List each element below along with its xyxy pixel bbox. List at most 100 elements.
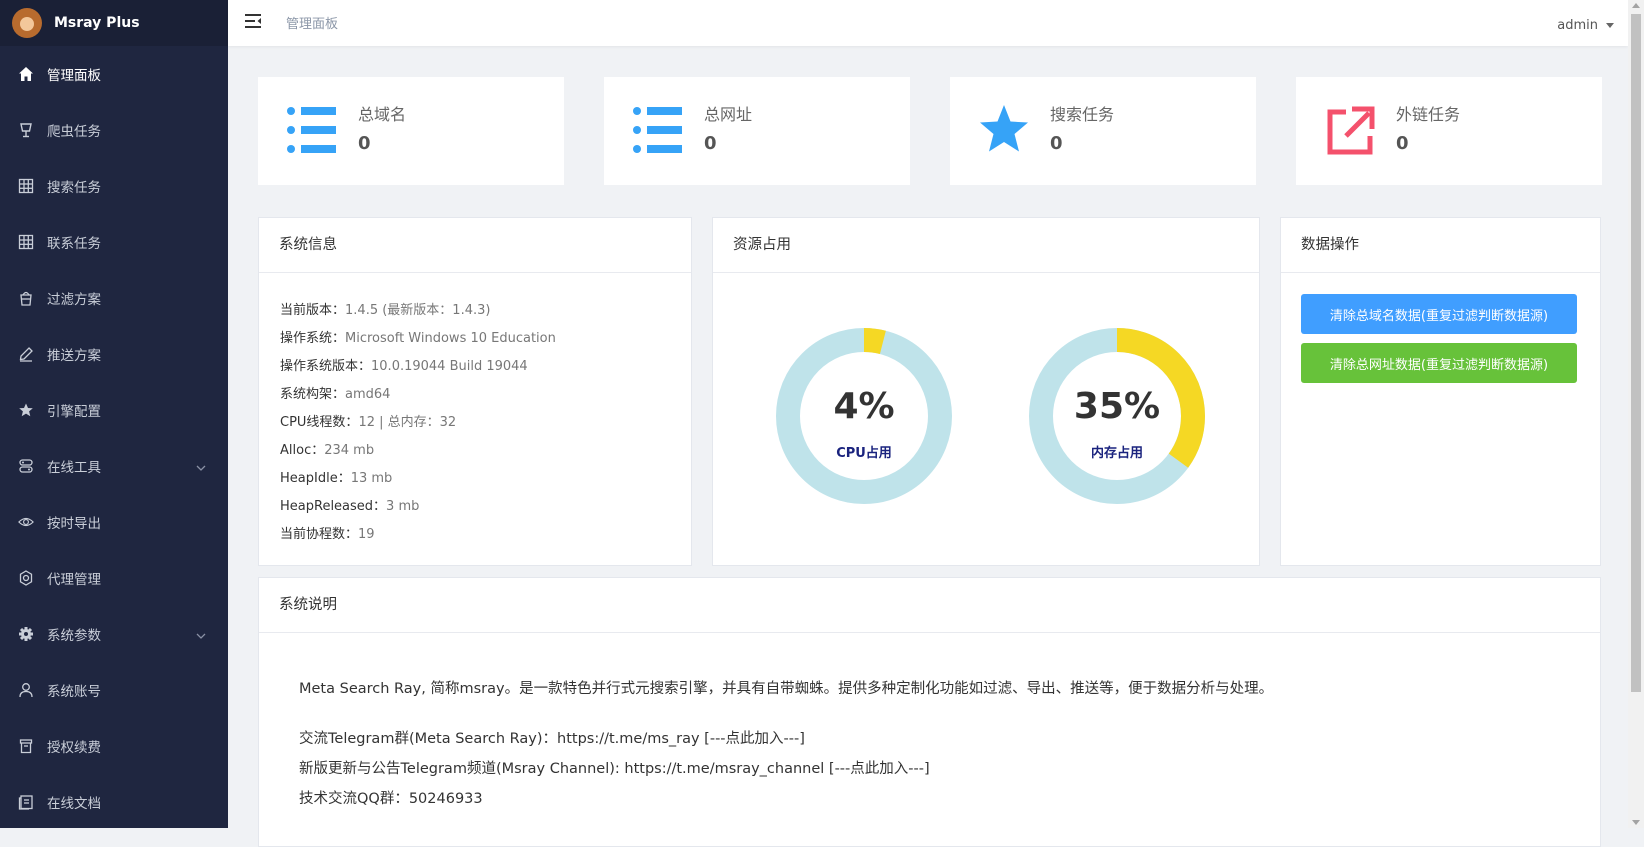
- caret-down-icon: [1606, 23, 1614, 28]
- memory-percent: 35%: [1073, 386, 1161, 427]
- telegram-group-link[interactable]: 交流Telegram群(Meta Search Ray)：https://t.m…: [299, 724, 1599, 754]
- list-item: 当前版本：1.4.5 (最新版本：1.4.3): [280, 303, 491, 318]
- menu-toggle-icon[interactable]: [244, 13, 262, 33]
- panel-title: 数据操作: [1281, 218, 1600, 273]
- sidebar-item-label: 引擎配置: [47, 404, 101, 420]
- sidebar-item-push-schemes[interactable]: 推送方案: [0, 326, 228, 382]
- stat-title: 搜索任务: [1050, 105, 1115, 124]
- cpu-percent: 4%: [833, 386, 895, 427]
- list-item: 操作系统：Microsoft Windows 10 Education: [280, 331, 556, 346]
- sidebar-item-label: 代理管理: [47, 572, 101, 588]
- sidebar-item-system-params[interactable]: 系统参数: [0, 606, 228, 662]
- gear-icon: [18, 626, 34, 642]
- stat-value: 0: [1050, 133, 1063, 154]
- star-icon: [18, 402, 34, 418]
- sidebar-item-label: 按时导出: [47, 516, 101, 532]
- sidebar-item-label: 爬虫任务: [47, 124, 101, 140]
- sidebar: Msray Plus 管理面板 爬虫任务 搜索任务 联系任务 过滤方案 推送方案: [0, 0, 228, 828]
- panel-title: 系统信息: [259, 218, 691, 273]
- list-item: 当前协程数：19: [280, 527, 375, 542]
- chevron-down-icon: [196, 460, 206, 476]
- sidebar-item-filter-schemes[interactable]: 过滤方案: [0, 270, 228, 326]
- system-info-list: 当前版本：1.4.5 (最新版本：1.4.3) 操作系统：Microsoft W…: [259, 273, 691, 549]
- stat-value: 0: [358, 133, 371, 154]
- user-name: admin: [1557, 18, 1598, 33]
- panel-title: 系统说明: [259, 578, 1600, 633]
- cpu-gauge: 4% CPU占用: [776, 328, 952, 504]
- sidebar-item-search-tasks[interactable]: 搜索任务: [0, 158, 228, 214]
- user-menu[interactable]: admin: [1557, 18, 1614, 33]
- clear-url-data-button[interactable]: 清除总网址数据(重复过滤判断数据源): [1301, 343, 1577, 383]
- top-navbar: 管理面板 admin: [228, 0, 1628, 46]
- eye-icon: [18, 514, 34, 530]
- sidebar-item-license-renewal[interactable]: 授权续费: [0, 718, 228, 774]
- sidebar-item-label: 推送方案: [47, 348, 101, 364]
- sidebar-item-label: 搜索任务: [47, 180, 101, 196]
- breadcrumb[interactable]: 管理面板: [286, 13, 338, 32]
- qq-group-text: 技术交流QQ群：50246933: [299, 791, 483, 807]
- gear-outline-icon: [18, 570, 34, 586]
- list-icon: [286, 103, 338, 157]
- sidebar-item-label: 联系任务: [47, 236, 101, 252]
- stat-title: 外链任务: [1396, 105, 1461, 124]
- list-item: Alloc：234 mb: [280, 443, 375, 458]
- sidebar-item-dashboard[interactable]: 管理面板: [0, 46, 228, 102]
- memory-gauge: 35% 内存占用: [1029, 328, 1205, 504]
- sidebar-item-label: 授权续费: [47, 740, 101, 756]
- stat-title: 总域名: [358, 105, 407, 124]
- sidebar-item-online-docs[interactable]: 在线文档: [0, 774, 228, 830]
- stat-value: 0: [1396, 133, 1409, 154]
- list-item: 操作系统版本：10.0.19044 Build 19044: [280, 359, 528, 374]
- stat-card-total-urls: 总网址 0: [604, 77, 910, 185]
- sidebar-item-label: 过滤方案: [47, 292, 101, 308]
- intro-text: Meta Search Ray, 简称msray。是一款特色并行式元搜索引擎，并…: [299, 681, 1274, 697]
- stat-card-external-link-tasks: 外链任务 0: [1296, 77, 1602, 185]
- sidebar-item-label: 在线工具: [47, 460, 101, 476]
- bucket-icon: [18, 290, 34, 306]
- scroll-up-arrow-icon[interactable]: [1632, 3, 1640, 8]
- list-icon: [632, 103, 684, 157]
- vertical-scrollbar[interactable]: [1628, 0, 1644, 828]
- brand[interactable]: Msray Plus: [0, 0, 228, 46]
- system-info-panel: 系统信息 当前版本：1.4.5 (最新版本：1.4.3) 操作系统：Micros…: [258, 217, 692, 566]
- external-link-icon: [1324, 103, 1376, 157]
- sidebar-item-crawler-tasks[interactable]: 爬虫任务: [0, 102, 228, 158]
- system-description-panel: 系统说明 Meta Search Ray, 简称msray。是一款特色并行式元搜…: [258, 577, 1601, 847]
- data-operations-panel: 数据操作 清除总域名数据(重复过滤判断数据源) 清除总网址数据(重复过滤判断数据…: [1280, 217, 1601, 566]
- grid-icon: [18, 178, 34, 194]
- cpu-label: CPU占用: [836, 446, 892, 461]
- sidebar-item-proxy-management[interactable]: 代理管理: [0, 550, 228, 606]
- sidebar-item-label: 在线文档: [47, 796, 101, 812]
- user-icon: [18, 682, 34, 698]
- lamp-icon: [18, 122, 34, 138]
- memory-label: 内存占用: [1090, 446, 1143, 461]
- sidebar-item-label: 系统参数: [47, 628, 101, 644]
- panel-title: 资源占用: [713, 218, 1259, 273]
- sidebar-item-system-accounts[interactable]: 系统账号: [0, 662, 228, 718]
- list-item: CPU线程数：12 | 总内存：32: [280, 415, 457, 430]
- sidebar-item-scheduled-export[interactable]: 按时导出: [0, 494, 228, 550]
- star-icon: [978, 103, 1030, 157]
- sidebar-item-online-tools[interactable]: 在线工具: [0, 438, 228, 494]
- tools-icon: [18, 458, 34, 474]
- stat-card-total-domains: 总域名 0: [258, 77, 564, 185]
- clear-domain-data-button[interactable]: 清除总域名数据(重复过滤判断数据源): [1301, 294, 1577, 334]
- telegram-channel-link[interactable]: 新版更新与公告Telegram频道(Msray Channel): https:…: [299, 754, 1599, 784]
- sidebar-menu: 管理面板 爬虫任务 搜索任务 联系任务 过滤方案 推送方案 引擎配置 在线工具: [0, 46, 228, 830]
- list-item: HeapReleased：3 mb: [280, 499, 420, 514]
- system-description: Meta Search Ray, 简称msray。是一款特色并行式元搜索引擎，并…: [299, 674, 1599, 814]
- brand-name: Msray Plus: [54, 15, 140, 31]
- list-item: 系统构架：amd64: [280, 387, 391, 402]
- sidebar-item-label: 管理面板: [47, 68, 101, 84]
- home-icon: [18, 66, 34, 82]
- grid-icon: [18, 234, 34, 250]
- scroll-down-arrow-icon[interactable]: [1632, 820, 1640, 825]
- sidebar-item-label: 系统账号: [47, 684, 101, 700]
- stat-title: 总网址: [704, 105, 753, 124]
- sidebar-item-contact-tasks[interactable]: 联系任务: [0, 214, 228, 270]
- trash-icon: [18, 738, 34, 754]
- doc-icon: [18, 794, 34, 810]
- resource-usage-panel: 资源占用 4% CPU占用 35% 内存占用: [712, 217, 1260, 566]
- scrollbar-thumb[interactable]: [1631, 14, 1641, 692]
- sidebar-item-engine-config[interactable]: 引擎配置: [0, 382, 228, 438]
